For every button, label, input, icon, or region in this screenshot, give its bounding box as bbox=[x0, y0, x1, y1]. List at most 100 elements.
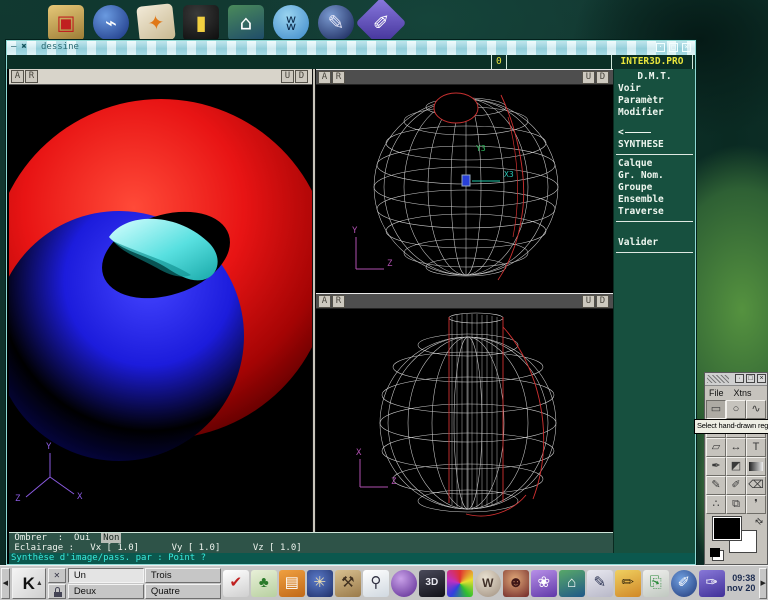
viewport-u-button[interactable]: U bbox=[582, 295, 595, 308]
taskbar-icon-color-palette[interactable] bbox=[447, 570, 473, 597]
gimp-xtns-menu[interactable]: Xtns bbox=[734, 386, 752, 400]
viewport-d-button[interactable]: D bbox=[596, 295, 609, 308]
viewport-a-button[interactable]: A bbox=[11, 70, 24, 83]
transform-tool-icon[interactable]: ▱ bbox=[706, 438, 726, 457]
viewport-a-button[interactable]: A bbox=[318, 295, 331, 308]
viewport-r-button[interactable]: R bbox=[25, 70, 38, 83]
vx-value[interactable]: Vx [ 1.0] bbox=[90, 543, 139, 553]
taskbar-icon-file-cabinet[interactable]: ▤ bbox=[279, 570, 305, 597]
free-select-tool-icon[interactable]: ∿ bbox=[746, 400, 766, 419]
eraser-tool-icon[interactable]: ⌫ bbox=[746, 476, 766, 495]
taskbar-icon-writer-figure[interactable]: ✎ bbox=[587, 570, 613, 597]
menu-item-valider[interactable]: Valider bbox=[614, 237, 695, 249]
taskbar-icon-checkmark-book[interactable]: ✔ bbox=[223, 570, 249, 597]
counter-value: 0 bbox=[491, 55, 507, 69]
viewport-u-button[interactable]: U bbox=[582, 71, 595, 84]
paintbrush-tool-icon[interactable]: ✐ bbox=[726, 476, 746, 495]
viewport-d-button[interactable]: D bbox=[295, 70, 308, 83]
taskbar-icon-portrait-viewer[interactable]: ☻ bbox=[503, 570, 529, 597]
menu-item-ensemble[interactable]: Ensemble bbox=[614, 194, 695, 206]
gimp-maximize-button[interactable]: □ bbox=[746, 374, 755, 383]
default-colors-icon[interactable] bbox=[710, 548, 720, 557]
shaded-3d-canvas[interactable]: Y X Z bbox=[9, 85, 312, 532]
menu-item-synthese[interactable]: SYNTHESE bbox=[614, 139, 695, 151]
taskbar-icon-gimp[interactable]: W bbox=[475, 570, 501, 597]
desktop-icon-home-globe[interactable]: ⌂ bbox=[228, 5, 264, 41]
viewport-u-button[interactable]: U bbox=[281, 70, 294, 83]
window-dot-button[interactable]: · bbox=[656, 43, 665, 52]
rect-select-tool-icon[interactable]: ▭ bbox=[706, 400, 726, 419]
window-close-button[interactable]: × bbox=[682, 43, 691, 52]
wireframe-side-canvas[interactable]: X Z bbox=[316, 309, 613, 532]
taskbar-icon-ship-wheel[interactable]: ✳ bbox=[307, 570, 333, 597]
pager-desktop-un[interactable]: Un bbox=[68, 568, 144, 583]
menu-item-voir[interactable]: Voir bbox=[614, 83, 695, 95]
gimp-close-button[interactable]: × bbox=[757, 374, 766, 383]
ombrer-oui-option[interactable]: Oui bbox=[74, 533, 90, 543]
desktop-icon-tux-folder[interactable]: ▮ bbox=[183, 5, 219, 41]
pager-desktop-deux[interactable]: Deux bbox=[68, 584, 144, 599]
text-tool-icon[interactable]: T bbox=[746, 438, 766, 457]
taskbar-icon-find-files[interactable]: ⚲ bbox=[363, 570, 389, 597]
pager-desktop-trois[interactable]: Trois bbox=[145, 568, 221, 583]
gimp-dot-button[interactable]: · bbox=[735, 374, 744, 383]
gimp-file-menu[interactable]: File bbox=[709, 386, 724, 400]
menu-item-dmt[interactable]: D.M.T. bbox=[614, 71, 695, 83]
desktop-icon-mail-stamps[interactable]: ✦ bbox=[136, 3, 176, 43]
taskbar-icon-globe-composer[interactable]: ✐ bbox=[671, 570, 697, 597]
vy-value[interactable]: Vy [ 1.0] bbox=[172, 543, 221, 553]
blend-tool-icon[interactable] bbox=[746, 457, 766, 476]
swap-colors-icon[interactable]: ⇄ bbox=[753, 515, 766, 528]
ellipse-select-tool-icon[interactable]: ○ bbox=[726, 400, 746, 419]
foreground-color-swatch[interactable] bbox=[713, 517, 741, 540]
viewport-d-button[interactable]: D bbox=[596, 71, 609, 84]
menu-item-calque[interactable]: Calque bbox=[614, 158, 695, 170]
taskbar-icon-3d-glasses[interactable]: 3D bbox=[419, 570, 445, 597]
menu-separator bbox=[616, 221, 693, 222]
window-list-button[interactable]: ✕ bbox=[48, 568, 66, 583]
k-menu-button[interactable]: K▲ bbox=[12, 568, 46, 599]
pencil-tool-icon[interactable]: ✎ bbox=[706, 476, 726, 495]
viewport-r-button[interactable]: R bbox=[332, 295, 345, 308]
menu-item-traverse[interactable]: Traverse bbox=[614, 206, 695, 218]
taskbar-icon-notepad-editor[interactable]: ✑ bbox=[699, 570, 725, 597]
ombrer-non-option[interactable]: Non bbox=[101, 533, 121, 543]
wireframe-front-canvas[interactable]: Y3 X3 Y Z bbox=[316, 85, 613, 293]
taskbar-icon-molecule[interactable] bbox=[391, 570, 417, 597]
airbrush-tool-icon[interactable]: ∴ bbox=[706, 495, 726, 514]
menu-item-parametr[interactable]: Paramètr bbox=[614, 95, 695, 107]
taskbar-icon-home-internet[interactable]: ⌂ bbox=[559, 570, 585, 597]
taskbar-icon-pencil-editor[interactable]: ✏ bbox=[615, 570, 641, 597]
viewport-r-button[interactable]: R bbox=[332, 71, 345, 84]
panel-hide-left-button[interactable]: ◀ bbox=[1, 568, 10, 599]
menu-item-modifier[interactable]: Modifier bbox=[614, 107, 695, 119]
pager-desktop-quatre[interactable]: Quatre bbox=[145, 584, 221, 599]
menu-item-groupe[interactable]: Groupe bbox=[614, 182, 695, 194]
panel-clock[interactable]: 09:38 nov 20 bbox=[727, 573, 758, 593]
menu-item-grnom[interactable]: Gr. Nom. bbox=[614, 170, 695, 182]
taskbar-icon-flower-paint[interactable]: ❀ bbox=[531, 570, 557, 597]
desktop-icon-globe-pen[interactable]: ✎ bbox=[318, 5, 354, 41]
clone-tool-icon[interactable]: ⧉ bbox=[726, 495, 746, 514]
taskbar-icon-toolbox[interactable]: ⚒ bbox=[335, 570, 361, 597]
viewport-a-button[interactable]: A bbox=[318, 71, 331, 84]
desktop-icon-package-box[interactable]: ▣ bbox=[48, 5, 84, 41]
gimp-titlebar[interactable]: · □ × bbox=[705, 373, 767, 386]
pin-icon[interactable]: ✖ bbox=[21, 42, 26, 52]
menu-item-back[interactable]: < bbox=[614, 127, 695, 139]
desktop-icon-blue-ant[interactable]: ʬ bbox=[273, 5, 309, 41]
flip-tool-icon[interactable]: ↔ bbox=[726, 438, 746, 457]
lock-screen-button[interactable] bbox=[48, 584, 66, 599]
minimize-icon[interactable]: — bbox=[11, 42, 16, 52]
panel-hide-right-button[interactable]: ▶ bbox=[759, 568, 767, 599]
window-maximize-button[interactable]: □ bbox=[669, 43, 678, 52]
convolve-tool-icon[interactable]: ❜ bbox=[746, 495, 766, 514]
desktop-icon-kde-sports-app[interactable]: ⌁ bbox=[93, 5, 129, 41]
bucket-fill-tool-icon[interactable]: ◩ bbox=[726, 457, 746, 476]
taskbar-icon-desktop-palm[interactable]: ♣ bbox=[251, 570, 277, 597]
taskbar-icon-scanner[interactable]: ⎘ bbox=[643, 570, 669, 597]
window-titlebar[interactable]: — ✖ dessine · □ × bbox=[7, 41, 695, 55]
prompt-text: Synthèse d'image/pass. par : Point ? bbox=[11, 553, 206, 563]
color-picker-tool-icon[interactable]: ✒ bbox=[706, 457, 726, 476]
vz-value[interactable]: Vz [ 1.0] bbox=[253, 543, 302, 553]
